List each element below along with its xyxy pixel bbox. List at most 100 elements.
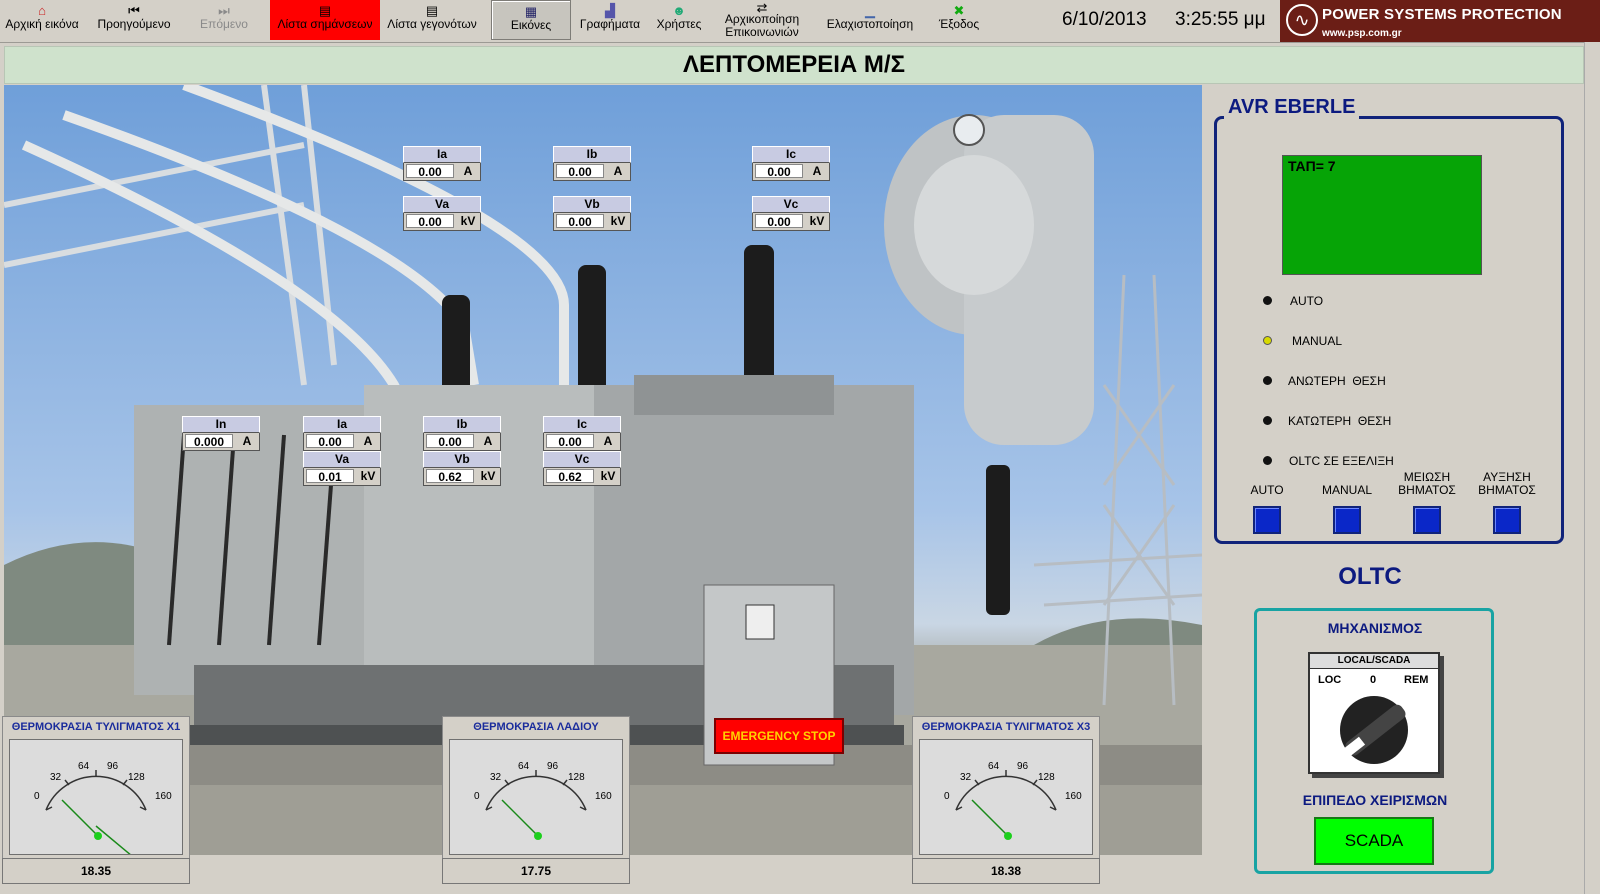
avr-step-down-button[interactable]: [1413, 506, 1441, 534]
meter-value: 0.00: [306, 434, 354, 449]
svg-text:32: 32: [960, 772, 972, 783]
comm-init-button[interactable]: ⇄ Αρχικοποίηση Επικοινωνιών: [712, 0, 812, 40]
date-display: 6/10/2013: [1062, 9, 1147, 30]
graphs-button[interactable]: ▟ Γραφήματα: [574, 0, 646, 40]
svg-text:96: 96: [107, 761, 119, 772]
home-icon: ⌂: [38, 3, 46, 18]
event-list-button[interactable]: ▤ Λίστα γεγονότων: [382, 0, 482, 40]
event-list-icon: ▤: [425, 3, 439, 18]
selector-knob-icon: [1335, 696, 1408, 764]
meter-value: 0.00: [755, 214, 803, 229]
avr-auto-button[interactable]: [1253, 506, 1281, 534]
meter-upper-ia: Ia 0.00 A: [403, 146, 481, 181]
avr-step-up-button[interactable]: [1493, 506, 1521, 534]
meter-value: 0.00: [406, 214, 454, 229]
pictures-icon: ▦: [524, 4, 538, 19]
minimize-button[interactable]: ▁ Ελαχιστοποίηση: [818, 0, 922, 40]
gauge-oil-temp: ΘΕΡΜΟΚΡΑΣΙΑ ΛΑΔΙΟΥ 0 32 64 96 128 160: [442, 716, 630, 860]
svg-text:0: 0: [34, 791, 40, 802]
meter-value: 0.00: [426, 434, 474, 449]
next-icon: ⏭: [218, 3, 230, 18]
meter-value: 0.62: [426, 469, 474, 484]
oltc-title: OLTC: [1338, 563, 1402, 590]
indicator-upper-position-label: ΑΝΩΤΕΡΗ ΘΕΣΗ: [1288, 374, 1386, 388]
gauge-oil-temp-value: 17.75: [442, 858, 630, 884]
svg-text:64: 64: [78, 761, 90, 772]
users-button[interactable]: ☻ Χρήστες: [650, 0, 708, 40]
sine-wave-icon: ∿: [1286, 4, 1318, 36]
home-button[interactable]: ⌂ Αρχική εικόνα: [0, 0, 84, 40]
previous-button[interactable]: ⏮ Προηγούμενο: [88, 0, 180, 40]
meter-value: 0.00: [755, 164, 803, 179]
meter-value: 0.000: [185, 434, 233, 449]
avr-auto-label: AUTO: [1250, 483, 1284, 497]
control-level-scada-button[interactable]: SCADA: [1314, 817, 1434, 865]
indicator-auto-led: [1263, 296, 1272, 305]
minimize-icon: ▁: [865, 3, 875, 18]
page-title: ΛΕΠΤΟΜΕΡΕΙΑ Μ/Σ: [4, 46, 1584, 84]
meter-value: 0.01: [306, 469, 354, 484]
svg-text:96: 96: [1017, 761, 1029, 772]
indicator-oltc-progress-led: [1263, 456, 1272, 465]
meter-upper-ic: Ic 0.00 A: [752, 146, 830, 181]
svg-text:128: 128: [568, 772, 585, 783]
svg-text:128: 128: [128, 772, 145, 783]
svg-text:160: 160: [155, 791, 172, 802]
indicator-oltc-progress-label: OLTC ΣΕ ΕΞΕΛΙΞΗ: [1289, 454, 1394, 468]
svg-text:64: 64: [518, 761, 530, 772]
exit-icon: ✖: [953, 3, 965, 18]
avr-step-down-label: ΜΕΙΩΣΗ ΒΗΜΑΤΟΣ: [1398, 470, 1456, 497]
users-icon: ☻: [672, 3, 686, 18]
gauge-dial: 0 32 64 96 128 160: [944, 761, 1082, 840]
tap-display: ΤΑΠ= 7: [1282, 155, 1482, 275]
time-display: 3:25:55 μμ: [1175, 9, 1266, 30]
window-edge: [1584, 42, 1600, 894]
avr-title: AVR EBERLE: [1224, 96, 1360, 119]
svg-text:160: 160: [595, 791, 612, 802]
emergency-stop-button[interactable]: EMERGENCY STOP: [714, 718, 844, 754]
meter-value: 0.00: [406, 164, 454, 179]
gauge-winding-x3: ΘΕΡΜΟΚΡΑΣΙΑ ΤΥΛΙΓΜΑΤΟΣ Χ3 0 32 64 96 128…: [912, 716, 1100, 860]
meter-upper-vb: Vb 0.00 kV: [553, 196, 631, 231]
indicator-lower-position-label: ΚΑΤΩΤΕΡΗ ΘΕΣΗ: [1288, 414, 1392, 428]
avr-step-up-label: ΑΥΞΗΣΗ ΒΗΜΑΤΟΣ: [1478, 470, 1536, 497]
gauge-face: 0 32 64 96 128 160: [9, 739, 183, 857]
gauge-winding-x1-value: 18.35: [2, 858, 190, 884]
svg-text:96: 96: [547, 761, 559, 772]
svg-text:32: 32: [50, 772, 62, 783]
meter-value: 0.00: [556, 164, 604, 179]
alarm-list-button[interactable]: ▤ Λίστα σημάνσεων: [270, 0, 380, 40]
meter-value: 0.62: [546, 469, 594, 484]
meter-value: 0.00: [546, 434, 594, 449]
indicator-manual-label: MANUAL: [1292, 334, 1343, 348]
meter-upper-vc: Vc 0.00 kV: [752, 196, 830, 231]
next-button[interactable]: ⏭ Επόμενο: [184, 0, 264, 40]
pictures-button[interactable]: ▦ Εικόνες: [491, 0, 571, 40]
svg-text:0: 0: [474, 791, 480, 802]
graphs-icon: ▟: [605, 3, 615, 18]
meter-upper-va: Va 0.00 kV: [403, 196, 481, 231]
meter-lower-ia: Ia 0.00 A Va 0.01 kV: [303, 416, 381, 486]
exit-button[interactable]: ✖ Έξοδος: [928, 0, 990, 40]
gauge-dial: 0 32 64 96 128 160: [474, 761, 612, 840]
indicator-auto-label: AUTO: [1290, 294, 1324, 308]
mechanism-label: ΜΗΧΑΝΙΣΜΟΣ: [1327, 620, 1423, 636]
control-level-label: ΕΠΙΠΕΔΟ ΧΕΙΡΙΣΜΩΝ: [1302, 792, 1448, 808]
svg-text:160: 160: [1065, 791, 1082, 802]
meter-lower-ib: Ib 0.00 A Vb 0.62 kV: [423, 416, 501, 486]
gauge-winding-x1: ΘΕΡΜΟΚΡΑΣΙΑ ΤΥΛΙΓΜΑΤΟΣ Χ1 0 32 64 96 128…: [2, 716, 190, 860]
gauge-face: 0 32 64 96 128 160: [449, 739, 623, 855]
meter-lower-ic: Ic 0.00 A Vc 0.62 kV: [543, 416, 621, 486]
meter-upper-ib: Ib 0.00 A: [553, 146, 631, 181]
local-scada-selector-switch[interactable]: LOCAL/SCADA LOC 0 REM: [1308, 652, 1440, 774]
alarm-list-icon: ▤: [318, 3, 332, 18]
previous-icon: ⏮: [128, 3, 140, 18]
svg-text:0: 0: [944, 791, 950, 802]
gauge-winding-x3-value: 18.38: [912, 858, 1100, 884]
company-logo: ∿ POWER SYSTEMS PROTECTION www.psp.com.g…: [1280, 0, 1600, 42]
gauge-dial: 0 32 64 96 128 160: [34, 761, 172, 857]
svg-text:64: 64: [988, 761, 1000, 772]
gauge-face: 0 32 64 96 128 160: [919, 739, 1093, 855]
svg-text:32: 32: [490, 772, 502, 783]
avr-manual-button[interactable]: [1333, 506, 1361, 534]
